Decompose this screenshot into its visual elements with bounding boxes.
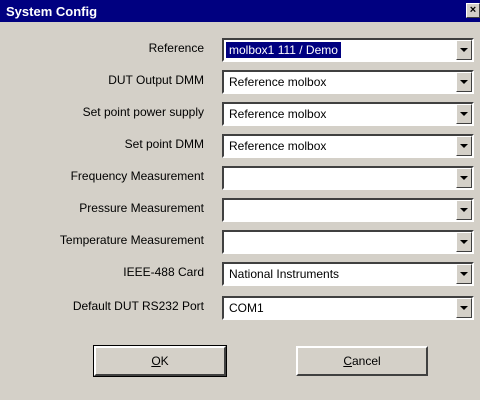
chevron-down-icon [460, 240, 468, 244]
frequency-measurement-label: Frequency Measurement [70, 169, 204, 183]
close-button[interactable]: × [466, 3, 480, 18]
field-row-reference: Reference molbox1 111 / Demo [0, 38, 480, 62]
chevron-down-icon [460, 112, 468, 116]
pressure-measurement-value [226, 202, 232, 218]
default-dut-rs232-port-dropdown-button[interactable] [456, 298, 472, 318]
ieee-488-card-dropdown[interactable]: National Instruments [222, 262, 474, 286]
pressure-measurement-label: Pressure Measurement [79, 201, 204, 215]
field-row-default-dut-rs232-port: Default DUT RS232 Port COM1 [0, 296, 480, 320]
default-dut-rs232-port-value: COM1 [229, 301, 264, 315]
temperature-measurement-label: Temperature Measurement [59, 233, 204, 247]
cancel-accelerator: C [343, 354, 352, 368]
chevron-down-icon [460, 48, 468, 52]
ok-button[interactable]: OK [93, 345, 227, 377]
system-config-window: System Config × Reference molbox1 111 / … [0, 0, 480, 400]
title-bar[interactable]: System Config × [0, 0, 480, 22]
set-point-power-supply-dropdown-button[interactable] [456, 104, 472, 124]
reference-value: molbox1 111 / Demo [226, 42, 341, 58]
frequency-measurement-dropdown-button[interactable] [456, 168, 472, 188]
pressure-measurement-dropdown[interactable] [222, 198, 474, 222]
set-point-power-supply-value: Reference molbox [229, 107, 327, 121]
reference-dropdown-button[interactable] [456, 40, 472, 60]
window-title: System Config [6, 4, 98, 19]
chevron-down-icon [460, 306, 468, 310]
reference-dropdown[interactable]: molbox1 111 / Demo [222, 38, 474, 62]
field-row-dut-output-dmm: DUT Output DMM Reference molbox [0, 70, 480, 94]
field-row-pressure-measurement: Pressure Measurement [0, 198, 480, 222]
dut-output-dmm-dropdown-button[interactable] [456, 72, 472, 92]
set-point-power-supply-label: Set point power supply [82, 105, 204, 119]
chevron-down-icon [460, 272, 468, 276]
frequency-measurement-value [226, 170, 232, 186]
chevron-down-icon [460, 176, 468, 180]
set-point-power-supply-dropdown[interactable]: Reference molbox [222, 102, 474, 126]
set-point-dmm-label: Set point DMM [124, 137, 204, 151]
chevron-down-icon [460, 144, 468, 148]
ok-accelerator: O [151, 354, 161, 368]
set-point-dmm-value: Reference molbox [229, 139, 327, 153]
field-row-temperature-measurement: Temperature Measurement [0, 230, 480, 254]
field-row-frequency-measurement: Frequency Measurement [0, 166, 480, 190]
temperature-measurement-dropdown[interactable] [222, 230, 474, 254]
ieee-488-card-value: National Instruments [229, 267, 340, 281]
default-dut-rs232-port-dropdown[interactable]: COM1 [222, 296, 474, 320]
dut-output-dmm-value: Reference molbox [229, 75, 327, 89]
set-point-dmm-dropdown-button[interactable] [456, 136, 472, 156]
ieee-488-card-label: IEEE-488 Card [123, 265, 204, 279]
ieee-488-card-dropdown-button[interactable] [456, 264, 472, 284]
cancel-label-rest: ancel [351, 354, 381, 368]
reference-label: Reference [148, 41, 204, 55]
temperature-measurement-dropdown-button[interactable] [456, 232, 472, 252]
pressure-measurement-dropdown-button[interactable] [456, 200, 472, 220]
chevron-down-icon [460, 80, 468, 84]
ok-label-rest: K [160, 354, 169, 368]
field-row-set-point-power-supply: Set point power supply Reference molbox [0, 102, 480, 126]
close-icon: × [469, 4, 477, 16]
field-row-ieee-488-card: IEEE-488 Card National Instruments [0, 262, 480, 286]
dut-output-dmm-label: DUT Output DMM [108, 73, 204, 87]
set-point-dmm-dropdown[interactable]: Reference molbox [222, 134, 474, 158]
chevron-down-icon [460, 208, 468, 212]
field-row-set-point-dmm: Set point DMM Reference molbox [0, 134, 480, 158]
dut-output-dmm-dropdown[interactable]: Reference molbox [222, 70, 474, 94]
cancel-button[interactable]: Cancel [296, 346, 428, 376]
default-dut-rs232-port-label: Default DUT RS232 Port [72, 299, 204, 313]
frequency-measurement-dropdown[interactable] [222, 166, 474, 190]
temperature-measurement-value [226, 234, 232, 250]
